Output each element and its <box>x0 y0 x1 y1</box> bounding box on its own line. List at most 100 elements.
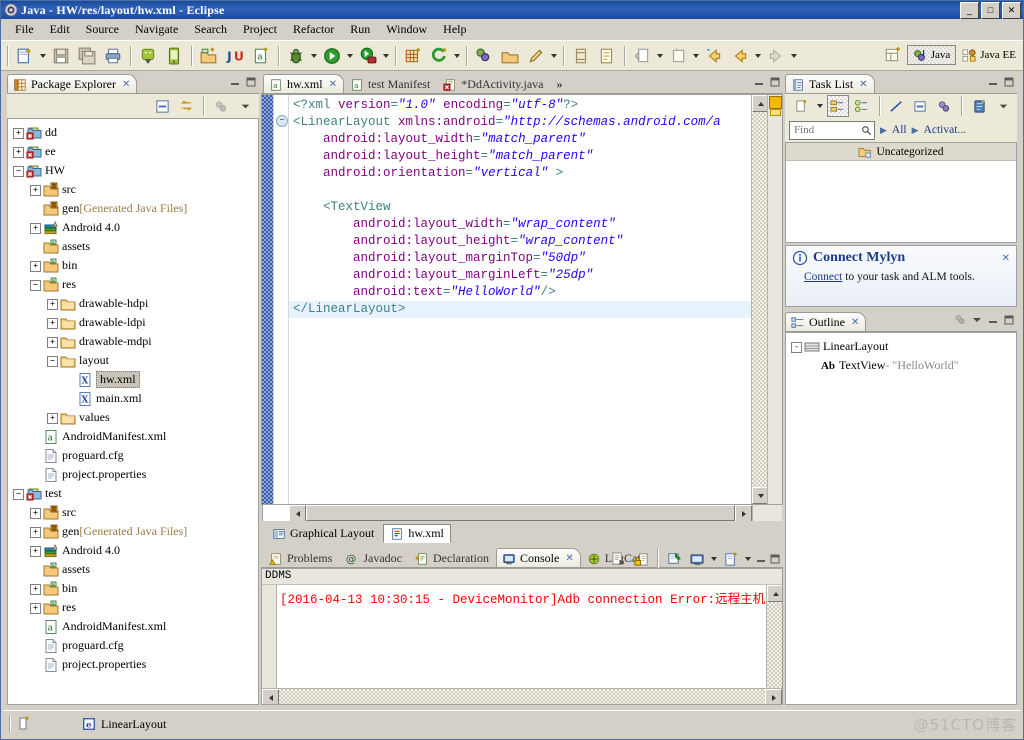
tree-item-project-properties[interactable]: project.properties <box>8 655 258 674</box>
task-list-find-box[interactable] <box>789 120 875 140</box>
outline-tab[interactable]: Outline ✕ <box>785 312 867 332</box>
tree-item-hw[interactable]: − HW <box>8 161 258 180</box>
new-junit-test-icon[interactable]: JU <box>223 44 247 68</box>
twisty-glyph[interactable]: + <box>30 603 41 614</box>
menu-navigate[interactable]: Navigate <box>127 20 186 39</box>
new-android-activity-icon[interactable] <box>427 44 451 68</box>
print-icon[interactable] <box>101 44 125 68</box>
close-icon[interactable]: ✕ <box>122 79 130 90</box>
open-task-icon[interactable] <box>498 44 522 68</box>
console-scroll-track[interactable] <box>767 602 782 688</box>
tab-declaration[interactable]: Declaration <box>409 548 496 568</box>
tree-item-bin[interactable]: + a bin <box>8 579 258 598</box>
twisty-glyph[interactable]: + <box>47 337 58 348</box>
expand-twisty[interactable]: + <box>44 408 60 427</box>
view-menu-icon[interactable] <box>970 313 983 326</box>
categorized-presentation-icon[interactable] <box>826 95 849 117</box>
tree-item-proguard-cfg[interactable]: proguard.cfg <box>8 446 258 465</box>
minimize-task-list-icon[interactable] <box>986 75 999 88</box>
editor-bottom-tab-graphical-layout[interactable]: Graphical Layout <box>265 524 381 543</box>
tree-item-src[interactable]: + src <box>8 180 258 199</box>
tab-problems[interactable]: Problems <box>263 548 339 568</box>
collapse-all-icon[interactable] <box>151 95 173 117</box>
editor-source-viewer[interactable]: − <?xml version="1.0" encoding="utf-8"?>… <box>261 94 783 505</box>
editor-tab-overflow[interactable]: » <box>550 74 569 94</box>
close-icon[interactable]: ✕ <box>851 317 859 328</box>
twisty-glyph[interactable]: + <box>30 527 41 538</box>
filter-all-label[interactable]: All <box>892 124 907 136</box>
tree-item-androidmanifest-xml[interactable]: a AndroidManifest.xml <box>8 617 258 636</box>
perspective-tab-java[interactable]: J Java <box>906 45 957 65</box>
collapse-twisty[interactable]: − <box>44 351 60 370</box>
editor-vertical-scrollbar[interactable] <box>751 95 769 504</box>
editor-folding-ruler[interactable]: − <box>274 95 289 504</box>
maximize-button[interactable]: □ <box>981 2 1000 19</box>
collapse-twisty[interactable]: − <box>10 161 26 180</box>
tree-item-bin[interactable]: + a bin <box>8 256 258 275</box>
package-explorer-tab[interactable]: Package Explorer ✕ <box>7 74 138 94</box>
editor-tab-ddactivity-java[interactable]: *DdActivity.java <box>437 74 550 94</box>
task-list-empty-area[interactable] <box>786 161 1016 242</box>
twisty-glyph[interactable]: + <box>30 223 41 234</box>
editor-overview-ruler[interactable] <box>767 95 782 504</box>
twisty-glyph[interactable]: + <box>30 185 41 196</box>
outline-twisty[interactable]: - <box>788 337 804 356</box>
open-console-dropdown-arrow[interactable] <box>743 548 753 570</box>
close-icon[interactable]: ✕ <box>1002 253 1010 264</box>
console-horizontal-scrollbar[interactable] <box>262 688 782 704</box>
hscroll-left-button[interactable] <box>289 505 306 522</box>
new-java-package-icon[interactable] <box>197 44 221 68</box>
new-wizard-dropdown-arrow[interactable] <box>38 45 48 67</box>
editor-tab-hw-xml[interactable]: a hw.xml ✕ <box>263 74 344 94</box>
tree-item-gen[interactable]: + gen [Generated Java Files] <box>8 522 258 541</box>
overview-warning-marker[interactable] <box>770 109 781 116</box>
search-icon[interactable] <box>861 125 872 136</box>
display-console-dropdown-arrow[interactable] <box>709 548 719 570</box>
synchronize-icon[interactable] <box>933 95 955 117</box>
twisty-glyph[interactable]: + <box>30 508 41 519</box>
close-icon[interactable]: ✕ <box>329 79 337 90</box>
filter-all-arrow-icon[interactable]: ▶ <box>880 125 887 136</box>
tree-item-test[interactable]: − test <box>8 484 258 503</box>
search-input[interactable] <box>792 123 861 137</box>
forward-dropdown-arrow[interactable] <box>789 45 799 67</box>
twisty-glyph[interactable]: + <box>47 413 58 424</box>
android-sdk-manager-icon[interactable] <box>136 44 160 68</box>
twisty-glyph[interactable]: + <box>13 128 24 139</box>
editor-bottom-tab-hw-xml[interactable]: hw.xml <box>383 524 451 543</box>
annotation-icon[interactable] <box>524 44 548 68</box>
tab-javadoc[interactable]: @ Javadoc <box>339 548 409 568</box>
minimize-outline-icon[interactable] <box>986 313 999 326</box>
sort-icon[interactable] <box>954 313 967 326</box>
previous-edit-icon[interactable] <box>666 44 690 68</box>
console-body[interactable]: DDMS [2016-04-13 10:30:15 - DeviceMonito… <box>261 568 783 705</box>
editor-code-area[interactable]: <?xml version="1.0" encoding="utf-8"?> <L… <box>289 95 751 504</box>
hscroll-thumb[interactable] <box>306 505 735 521</box>
tree-item-ee[interactable]: + ee <box>8 142 258 161</box>
tree-item-proguard-cfg[interactable]: proguard.cfg <box>8 636 258 655</box>
connect-mylyn-link[interactable]: Connect <box>804 271 842 283</box>
external-tools-icon[interactable] <box>356 44 380 68</box>
console-hscroll-left-button[interactable] <box>262 689 279 704</box>
expand-twisty[interactable]: + <box>44 332 60 351</box>
menu-help[interactable]: Help <box>435 20 474 39</box>
tree-item-android-4-0[interactable]: + Android 4.0 <box>8 541 258 560</box>
debug-dropdown-arrow[interactable] <box>309 45 319 67</box>
hscroll-right-button[interactable] <box>735 505 752 522</box>
scroll-lock-icon[interactable] <box>630 548 652 570</box>
open-type-icon[interactable] <box>472 44 496 68</box>
previous-annotation-icon[interactable] <box>595 44 619 68</box>
tree-item-assets[interactable]: a assets <box>8 560 258 579</box>
expand-twisty[interactable]: + <box>44 313 60 332</box>
debug-icon[interactable] <box>284 44 308 68</box>
twisty-glyph[interactable]: − <box>30 280 41 291</box>
run-dropdown-arrow[interactable] <box>345 45 355 67</box>
tree-item-project-properties[interactable]: project.properties <box>8 465 258 484</box>
twisty-glyph[interactable]: − <box>13 166 24 177</box>
outline-body[interactable]: - LinearLayout Ab TextView - "HelloWorld… <box>785 332 1017 705</box>
menu-file[interactable]: File <box>7 20 42 39</box>
collapse-all-icon[interactable] <box>910 95 932 117</box>
new-xml-file-icon[interactable]: a <box>249 44 273 68</box>
back-icon[interactable] <box>728 44 752 68</box>
restore-tasks-icon[interactable] <box>968 95 990 117</box>
